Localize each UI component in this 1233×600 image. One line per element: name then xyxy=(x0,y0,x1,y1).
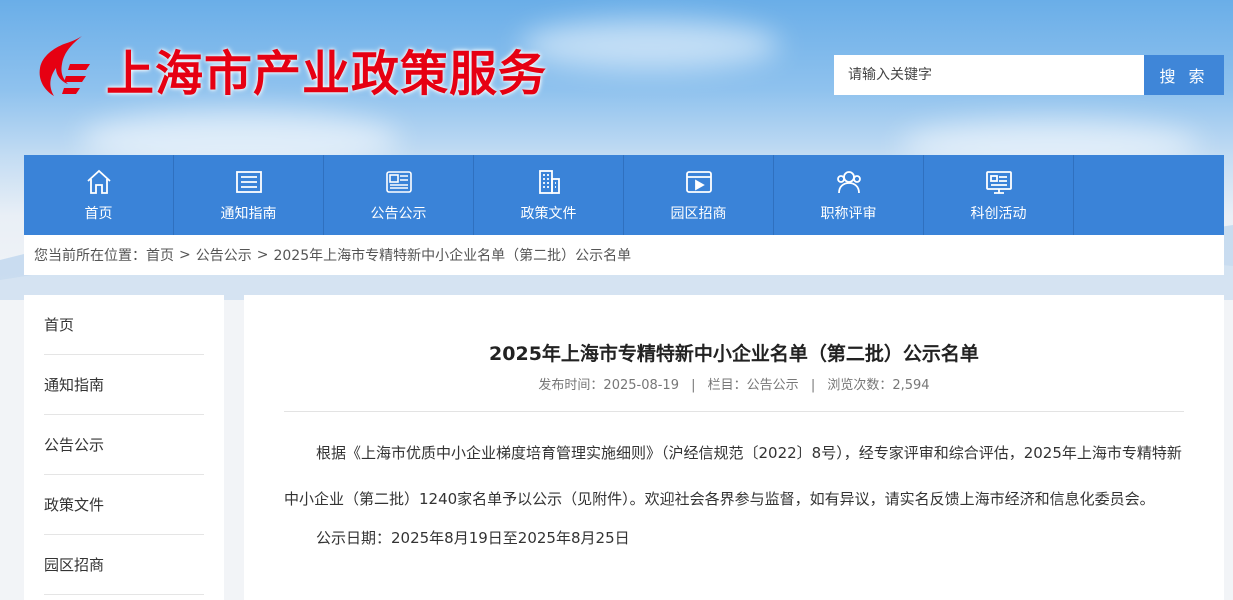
breadcrumb-current-link[interactable]: 2025年上海市专精特新中小企业名单（第二批）公示名单 xyxy=(273,245,631,265)
nav-label: 科创活动 xyxy=(970,206,1027,222)
sidebar-item-notices[interactable]: 通知指南 xyxy=(44,355,204,415)
news-icon xyxy=(385,171,412,193)
view-count: 浏览次数：2,594 xyxy=(827,378,930,393)
search-input[interactable] xyxy=(834,55,1144,95)
main-nav: 首页 通知指南 公告公示 政策文件 园区招商 职称评审 科创活动 xyxy=(24,155,1224,235)
nav-label: 公告公示 xyxy=(370,206,427,222)
nav-item-home[interactable]: 首页 xyxy=(24,155,174,235)
nav-label: 首页 xyxy=(84,206,113,222)
breadcrumb-separator: > xyxy=(179,247,191,263)
sidebar-item-policies[interactable]: 政策文件 xyxy=(44,475,204,535)
users-icon xyxy=(836,171,861,194)
article-panel: 2025年上海市专精特新中小企业名单（第二批）公示名单 发布时间：2025-08… xyxy=(244,295,1224,600)
nav-item-innovation[interactable]: 科创活动 xyxy=(924,155,1074,235)
search-bar: 搜 索 xyxy=(834,55,1224,95)
nav-label: 职称评审 xyxy=(820,206,877,222)
nav-item-notices[interactable]: 通知指南 xyxy=(174,155,324,235)
nav-label: 园区招商 xyxy=(670,206,727,222)
meta-separator: | xyxy=(810,378,816,393)
nav-item-policies[interactable]: 政策文件 xyxy=(474,155,624,235)
breadcrumb-separator: > xyxy=(256,247,269,263)
sidebar-item-announcements[interactable]: 公告公示 xyxy=(44,415,204,475)
building-icon xyxy=(538,170,560,194)
home-icon xyxy=(86,169,111,194)
list-icon xyxy=(235,171,262,193)
nav-item-parks[interactable]: 园区招商 xyxy=(624,155,774,235)
nav-label: 通知指南 xyxy=(220,206,277,222)
sidebar-item-parks[interactable]: 园区招商 xyxy=(44,535,204,595)
sidebar: 首页 通知指南 公告公示 政策文件 园区招商 xyxy=(24,295,224,600)
article-meta: 发布时间：2025-08-19 | 栏目：公告公示 | 浏览次数：2,594 xyxy=(284,374,1184,412)
site-logo[interactable]: 上海市产业政策服务 xyxy=(34,34,547,104)
nav-item-announcements[interactable]: 公告公示 xyxy=(324,155,474,235)
nav-label: 政策文件 xyxy=(520,206,577,222)
article-title: 2025年上海市专精特新中小企业名单（第二批）公示名单 xyxy=(489,343,979,365)
monitor-icon xyxy=(985,171,1012,194)
publish-time: 发布时间：2025-08-19 xyxy=(538,378,679,393)
video-icon xyxy=(685,171,712,193)
sidebar-item-home[interactable]: 首页 xyxy=(44,295,204,355)
breadcrumb-home-link[interactable]: 首页 xyxy=(146,245,174,265)
article-column: 栏目：公告公示 xyxy=(707,378,799,393)
flame-logo-icon xyxy=(39,36,90,96)
site-title: 上海市产业政策服务 xyxy=(106,46,548,102)
notice-period: 公示日期：2025年8月19日至2025年8月25日 xyxy=(316,529,630,547)
breadcrumb-prefix: 您当前所在位置： xyxy=(34,248,146,264)
search-button[interactable]: 搜 索 xyxy=(1144,55,1224,95)
article-paragraph: 根据《上海市优质中小企业梯度培育管理实施细则》（沪经信规范〔2022〕8号），经… xyxy=(284,444,1182,508)
breadcrumb-announcements-link[interactable]: 公告公示 xyxy=(196,245,252,265)
nav-item-titles[interactable]: 职称评审 xyxy=(774,155,924,235)
breadcrumb: 您当前所在位置： 首页 > 公告公示 > 2025年上海市专精特新中小企业名单（… xyxy=(24,235,1224,275)
meta-separator: | xyxy=(691,378,696,393)
